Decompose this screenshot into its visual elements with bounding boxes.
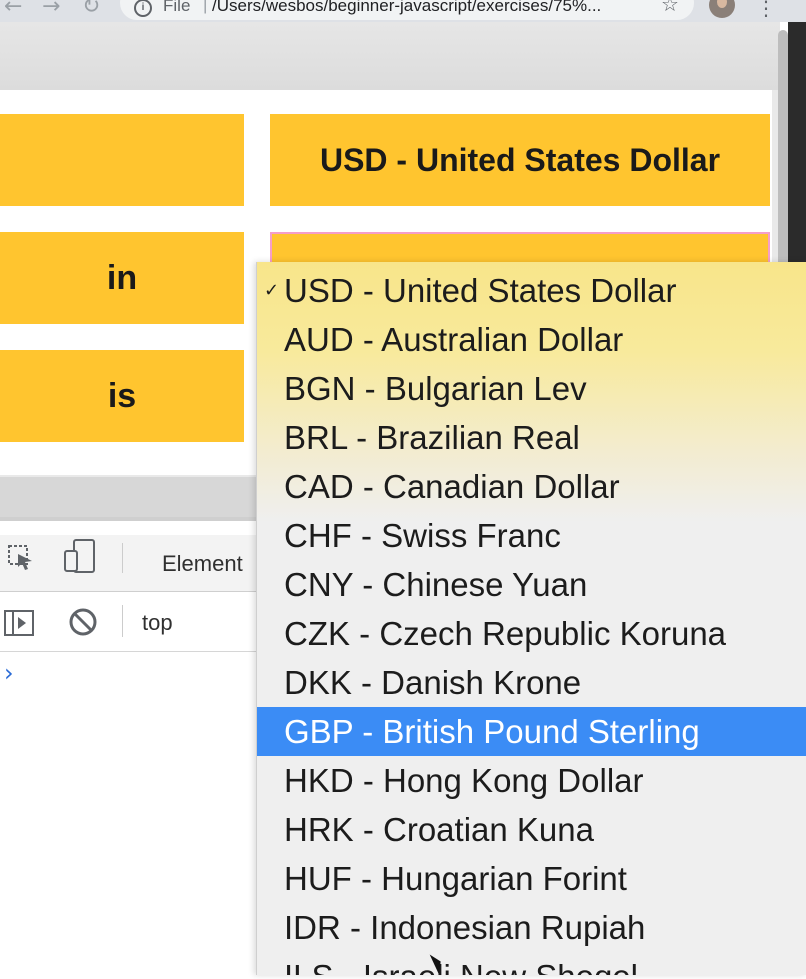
dropdown-option[interactable]: CZK - Czech Republic Koruna [257,609,806,658]
execution-context-select[interactable]: top [142,610,173,636]
dropdown-option[interactable]: HKD - Hong Kong Dollar [257,756,806,805]
dropdown-option[interactable]: BGN - Bulgarian Lev [257,364,806,413]
clear-console-icon[interactable] [68,607,98,637]
forward-icon[interactable]: → [42,0,60,19]
reload-icon[interactable]: ↻ [82,0,100,19]
console-prompt-icon[interactable]: › [4,659,14,687]
profile-avatar[interactable] [709,0,735,18]
is-label: is [0,350,244,442]
currency-dropdown-list[interactable]: ✓ USD - United States Dollar AUD - Austr… [256,262,806,975]
url-scheme: File [163,0,191,15]
console-sidebar-icon[interactable] [4,610,34,636]
dropdown-option[interactable]: HUF - Hungarian Forint [257,854,806,903]
dropdown-option[interactable]: CHF - Swiss Franc [257,511,806,560]
info-icon[interactable]: i [134,0,152,17]
dropdown-option[interactable]: CNY - Chinese Yuan [257,560,806,609]
device-toolbar-icon[interactable] [64,539,96,573]
browser-menu-icon[interactable]: ⋮ [756,0,776,20]
dropdown-option[interactable]: ILS - Israeli New Sheqel [257,952,806,975]
inspect-element-icon[interactable] [8,545,34,571]
address-bar[interactable]: i File | /Users/wesbos/beginner-javascri… [120,0,694,20]
url-text[interactable]: /Users/wesbos/beginner-javascript/exerci… [212,0,601,16]
window-edge [788,22,806,262]
back-icon[interactable]: ← [4,0,22,19]
dropdown-option[interactable]: DKK - Danish Krone [257,658,806,707]
dropdown-option[interactable]: BRL - Brazilian Real [257,413,806,462]
bookmark-star-icon[interactable]: ☆ [661,0,679,16]
browser-toolbar: ← → ↻ i File | /Users/wesbos/beginner-ja… [0,0,806,22]
tab-elements[interactable]: Element [162,551,243,577]
dropdown-option[interactable]: IDR - Indonesian Rupiah [257,903,806,952]
dropdown-option[interactable]: HRK - Croatian Kuna [257,805,806,854]
dropdown-option[interactable]: ✓ USD - United States Dollar [257,266,806,315]
url-separator: | [203,0,208,14]
in-label: in [0,232,244,324]
dropdown-option[interactable]: AUD - Australian Dollar [257,315,806,364]
dropdown-option-highlighted[interactable]: GBP - British Pound Sterling [257,707,806,756]
console-toolbar-divider [122,605,123,637]
page-header-band [0,22,780,90]
option-label: USD - United States Dollar [284,272,677,309]
from-currency-select[interactable]: USD - United States Dollar [270,114,770,206]
checkmark-icon: ✓ [264,280,280,301]
dropdown-option[interactable]: CAD - Canadian Dollar [257,462,806,511]
toolbar-divider [122,543,123,573]
amount-input[interactable] [0,114,244,206]
